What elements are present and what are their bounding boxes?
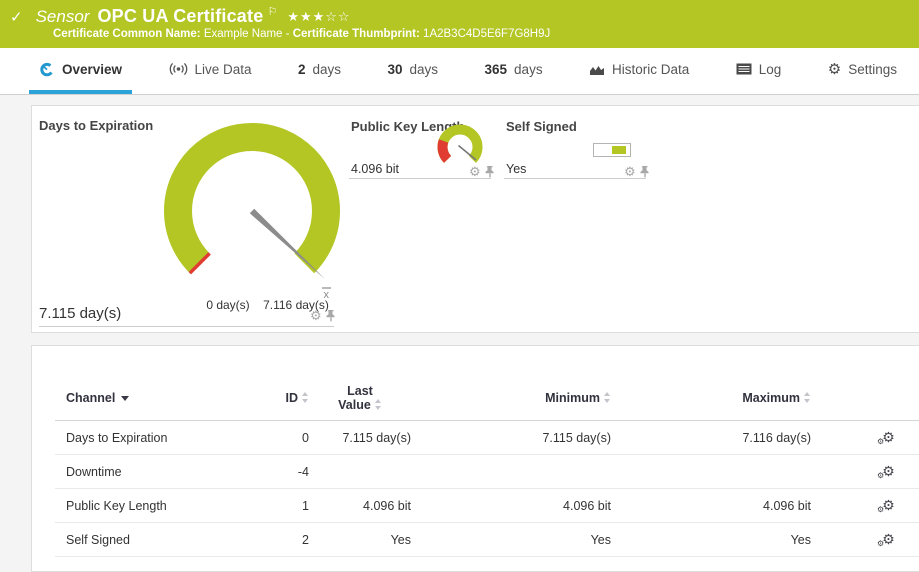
channel-settings-gear-icon[interactable]: ⚙: [469, 165, 481, 178]
pin-icon[interactable]: [640, 165, 650, 178]
channel-minimum: 7.115 day(s): [411, 431, 611, 445]
channel-settings-gears-icon[interactable]: ⚙⚙: [877, 465, 895, 479]
channel-settings-gear-icon[interactable]: ⚙: [624, 165, 636, 178]
channel-last-value: 4.096 bit: [309, 499, 411, 513]
channel-id: -4: [250, 465, 309, 479]
table-row: Public Key Length 1 4.096 bit 4.096 bit …: [55, 489, 919, 523]
status-ok-check-icon: ✓: [10, 9, 23, 27]
tab-live-data[interactable]: Live Data: [159, 48, 262, 94]
table-row: Days to Expiration 0 7.115 day(s) 7.115 …: [55, 421, 919, 455]
gauge-footer-icons: ⚙: [310, 309, 336, 322]
days-to-expiration-value: 7.115 day(s): [39, 305, 121, 322]
days-to-expiration-gauge: x: [137, 114, 367, 314]
self-signed-footer-icons: ⚙: [624, 165, 650, 178]
tab-overview[interactable]: Overview: [29, 48, 132, 94]
subtitle-dash: -: [286, 28, 290, 40]
sort-icon: [604, 392, 611, 403]
tab-2-days-number: 2: [298, 62, 306, 77]
table-header-row: Channel ID Last Value Minimum Maximum: [55, 384, 919, 421]
channel-maximum: 7.116 day(s): [611, 431, 811, 445]
tab-30-days[interactable]: 30 days: [378, 48, 449, 94]
cert-common-name-label: Certificate Common Name:: [53, 28, 201, 40]
channel-id: 2: [250, 533, 309, 547]
tab-log[interactable]: Log: [726, 48, 792, 94]
channel-settings-gears-icon[interactable]: ⚙⚙: [877, 499, 895, 513]
public-key-divider: [349, 178, 491, 179]
tab-2-days-label: days: [313, 62, 342, 77]
sort-icon: [804, 392, 811, 403]
gauge-divider: [39, 326, 334, 327]
tab-365-days-label: days: [514, 62, 543, 77]
channel-table-panel: Channel ID Last Value Minimum Maximum Da…: [31, 345, 919, 572]
tab-log-label: Log: [759, 62, 782, 77]
tab-365-days[interactable]: 365 days: [475, 48, 553, 94]
column-header-minimum[interactable]: Minimum: [411, 391, 611, 405]
channel-maximum: 4.096 bit: [611, 499, 811, 513]
channel-minimum: Yes: [411, 533, 611, 547]
channel-table: Channel ID Last Value Minimum Maximum Da…: [55, 384, 919, 557]
settings-gear-icon: ⚙: [828, 62, 841, 77]
table-row: Downtime -4 ⚙⚙: [55, 455, 919, 489]
channel-settings-gear-icon[interactable]: ⚙: [310, 309, 322, 322]
column-header-maximum[interactable]: Maximum: [611, 391, 811, 405]
sensor-header: ✓ Sensor OPC UA Certificate ⚐ ★★★☆☆ Cert…: [0, 0, 919, 48]
sort-desc-icon: [121, 396, 129, 401]
public-key-length-value: 4.096 bit: [351, 162, 399, 176]
tab-historic-data-label: Historic Data: [612, 62, 689, 77]
self-signed-title: Self Signed: [506, 119, 577, 134]
table-body: Days to Expiration 0 7.115 day(s) 7.115 …: [55, 421, 919, 557]
channel-name[interactable]: Downtime: [55, 465, 250, 479]
tab-settings[interactable]: ⚙ Settings: [818, 48, 907, 94]
tab-live-data-label: Live Data: [195, 62, 252, 77]
channel-id: 1: [250, 499, 309, 513]
priority-flag-icon[interactable]: ⚐: [267, 5, 277, 18]
page-title: OPC UA Certificate: [97, 6, 263, 27]
log-list-icon: [736, 63, 752, 75]
channel-last-value: 7.115 day(s): [309, 431, 411, 445]
tab-2-days[interactable]: 2 days: [288, 48, 351, 94]
channel-id: 0: [250, 431, 309, 445]
self-signed-divider: [504, 178, 646, 179]
public-key-footer-icons: ⚙: [469, 165, 495, 178]
column-header-id[interactable]: ID: [250, 391, 309, 405]
tab-365-days-number: 365: [485, 62, 508, 77]
tab-30-days-label: days: [410, 62, 439, 77]
sort-icon: [375, 399, 382, 410]
cert-thumbprint-label: Certificate Thumbprint:: [293, 28, 420, 40]
self-signed-indicator-knob: [612, 146, 626, 154]
channel-name[interactable]: Self Signed: [55, 533, 250, 547]
channel-name[interactable]: Public Key Length: [55, 499, 250, 513]
sensor-kicker: Sensor: [36, 7, 90, 27]
gauges-panel: Days to Expiration x 0 day(s) 7.116 day(…: [31, 105, 919, 333]
live-data-icon: [169, 62, 188, 76]
channel-minimum: 4.096 bit: [411, 499, 611, 513]
tab-historic-data[interactable]: Historic Data: [579, 48, 699, 94]
historic-chart-icon: [589, 63, 605, 76]
column-header-channel[interactable]: Channel: [55, 391, 250, 405]
cert-thumbprint-value: 1A2B3C4D5E6F7G8H9J: [423, 28, 550, 40]
column-header-last-value[interactable]: Last Value: [309, 384, 411, 412]
table-row: Self Signed 2 Yes Yes Yes ⚙⚙: [55, 523, 919, 557]
self-signed-value: Yes: [506, 162, 526, 176]
tab-settings-label: Settings: [848, 62, 897, 77]
channel-settings-gears-icon[interactable]: ⚙⚙: [877, 533, 895, 547]
sensor-subtitle: Certificate Common Name: Example Name - …: [0, 27, 919, 40]
cert-common-name-value: Example Name: [204, 28, 283, 40]
sensor-title-row: ✓ Sensor OPC UA Certificate ⚐ ★★★☆☆: [0, 0, 919, 27]
channel-maximum: Yes: [611, 533, 811, 547]
tab-overview-label: Overview: [62, 62, 122, 77]
pin-icon[interactable]: [485, 165, 495, 178]
sort-icon: [302, 392, 309, 403]
pin-icon[interactable]: [326, 309, 336, 322]
self-signed-indicator: [593, 143, 631, 157]
channel-last-value: Yes: [309, 533, 411, 547]
channel-name[interactable]: Days to Expiration: [55, 431, 250, 445]
gauge-icon: [39, 61, 55, 77]
channel-settings-gears-icon[interactable]: ⚙⚙: [877, 431, 895, 445]
priority-stars[interactable]: ★★★☆☆: [287, 9, 350, 25]
tab-bar: Overview Live Data 2 days 30 days 365 da…: [0, 48, 919, 95]
tab-30-days-number: 30: [388, 62, 403, 77]
